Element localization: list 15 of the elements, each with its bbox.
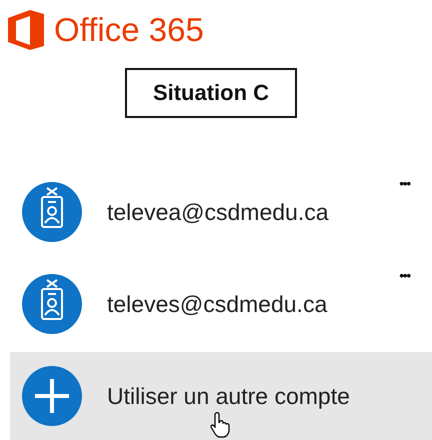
add-icon bbox=[22, 366, 82, 426]
badge-avatar-icon bbox=[22, 274, 82, 334]
add-account-item[interactable]: Utiliser un autre compte bbox=[10, 352, 432, 440]
pointer-cursor-icon bbox=[210, 412, 230, 438]
account-item[interactable]: televes@csdmedu.ca ••• bbox=[0, 258, 432, 350]
logo-icon bbox=[8, 10, 44, 50]
badge-avatar-icon bbox=[22, 182, 82, 242]
more-options-icon[interactable]: ••• bbox=[399, 176, 410, 191]
account-item[interactable]: televea@csdmedu.ca ••• bbox=[0, 166, 432, 258]
account-label: televea@csdmedu.ca bbox=[107, 198, 330, 226]
account-label: Utiliser un autre compte bbox=[107, 382, 351, 410]
situation-label: Situation C bbox=[125, 68, 297, 118]
logo-text: Office 365 bbox=[54, 10, 204, 50]
account-label: televes@csdmedu.ca bbox=[107, 290, 328, 318]
more-options-icon[interactable]: ••• bbox=[399, 268, 410, 283]
